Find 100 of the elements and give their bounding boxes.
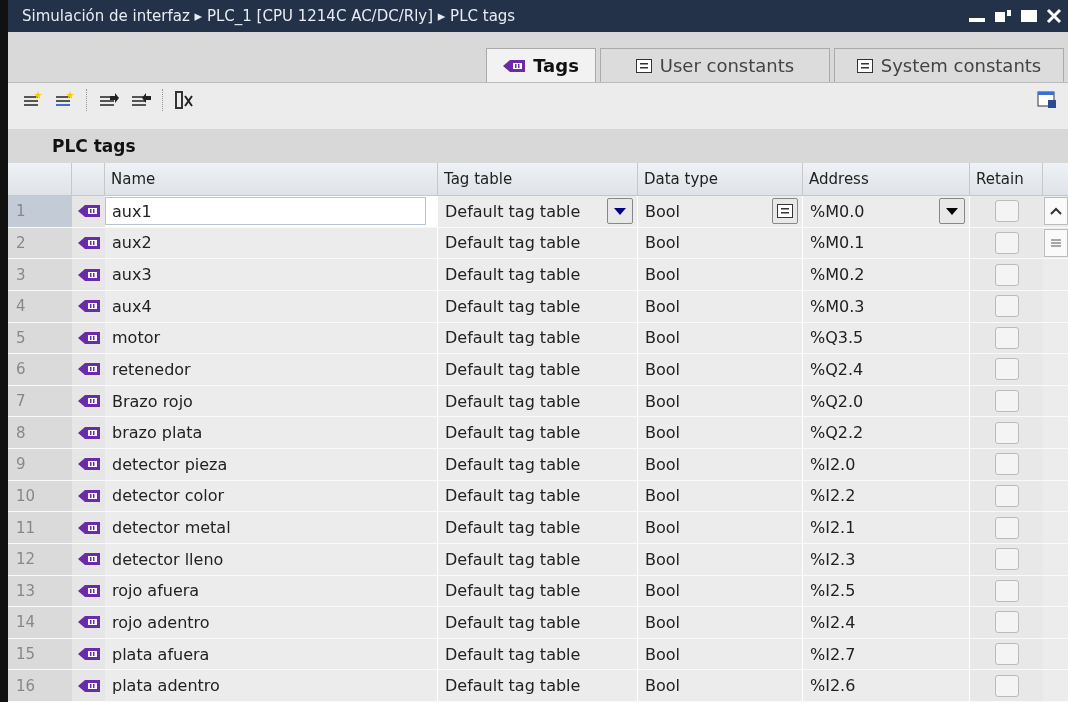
row-number[interactable]: 12 [8,543,72,575]
tag-icon [77,362,100,377]
table-cell: Default tag table [445,676,581,696]
table-cell: plata afuera [112,644,210,664]
tag-icon [77,425,100,440]
section-title: PLC tags [52,136,136,156]
table-cell: Bool [645,612,680,632]
list-icon [635,58,652,73]
list-button[interactable] [772,198,798,225]
retain-checkbox[interactable] [994,263,1019,286]
column-header[interactable]: Tag table [438,163,638,195]
table-cell: Default tag table [445,581,581,601]
column-header[interactable]: Name [105,163,438,195]
row-number[interactable]: 3 [8,259,72,290]
list-icon [777,204,793,219]
row-number[interactable]: 2 [8,227,72,259]
table-cell: Default tag table [445,644,581,664]
tag-icon [77,299,100,314]
tab[interactable]: User constants [600,48,830,82]
retain-checkbox[interactable] [994,548,1019,571]
tag-icon [77,520,100,535]
window-title: Simulación de interfaz ▸ PLC_1 [CPU 1214C AC/DC/Rly] ▸ PLC tags [22,7,516,25]
row-number[interactable]: 5 [8,322,72,354]
table-cell: detector lleno [112,549,224,569]
column-header[interactable]: Address [803,163,970,195]
table-cell: Bool [645,233,680,253]
row-number[interactable]: 16 [8,670,72,701]
tab[interactable]: System constants [834,48,1064,82]
table-cell: Bool [645,423,680,443]
column-header[interactable]: Data type [638,163,803,195]
tag-icon [503,58,526,73]
table-cell: Bool [645,644,680,664]
row-number[interactable]: 9 [8,449,72,480]
delete-column-icon[interactable] [174,90,194,110]
settings-panel-icon[interactable] [1036,90,1058,110]
row-number[interactable]: 4 [8,290,72,322]
row-number[interactable]: 7 [8,385,72,417]
tag-icon [77,204,100,219]
table-cell: Bool [645,486,680,506]
tab[interactable]: Tags [486,48,596,82]
tag-icon [77,330,100,345]
retain-checkbox[interactable] [994,484,1019,507]
tag-icon [77,615,100,630]
tag-icon [77,457,100,472]
row-number[interactable]: 10 [8,480,72,512]
table-cell: %I2.5 [810,581,856,601]
table-cell: %I2.1 [810,518,856,538]
tag-icon [77,552,100,567]
table-cell: %I2.3 [810,549,856,569]
caret-icon [946,207,958,215]
retain-checkbox[interactable] [994,421,1019,444]
row-number[interactable]: 13 [8,575,72,607]
tag-icon [77,394,100,409]
retain-checkbox[interactable] [994,516,1019,539]
name-field[interactable]: aux1 [105,197,426,226]
retain-checkbox[interactable] [994,579,1019,602]
table-cell: Default tag table [445,423,581,443]
maximize-icon[interactable] [1020,9,1038,23]
row-number[interactable]: 11 [8,512,72,543]
scroll-up-button[interactable] [1043,197,1068,226]
table-cell: aux4 [112,296,152,316]
table-cell: %I2.0 [810,454,856,474]
table-cell: rojo adentro [112,612,210,632]
dropdown-button[interactable] [607,198,633,225]
retain-checkbox[interactable] [994,674,1019,697]
dropdown-button[interactable] [939,198,965,225]
column-header[interactable]: Retain [970,163,1043,195]
table-cell: aux2 [112,233,152,253]
retain-checkbox[interactable] [994,326,1019,349]
retain-checkbox[interactable] [994,295,1019,318]
retain-checkbox[interactable] [994,231,1019,254]
scroll-thumb[interactable] [1043,228,1068,257]
table-cell: Bool [645,676,680,696]
table-cell: Bool [645,265,680,285]
retain-checkbox[interactable] [994,200,1019,223]
row-number[interactable]: 14 [8,607,72,638]
table-cell: motor [112,328,160,348]
table-cell: Brazo rojo [112,391,193,411]
close-icon[interactable] [1046,8,1062,24]
table-cell: aux3 [112,265,152,285]
retain-checkbox[interactable] [994,390,1019,413]
retain-checkbox[interactable] [994,453,1019,476]
table-cell: Bool [645,201,680,221]
table-cell: retenedor [112,359,191,379]
table-cell: rojo afuera [112,581,200,601]
retain-checkbox[interactable] [994,358,1019,381]
tag-icon [77,647,100,662]
table-cell: %Q2.0 [810,391,864,411]
float-icon[interactable] [994,9,1012,23]
table-cell: Default tag table [445,612,581,632]
row-number[interactable]: 8 [8,417,72,448]
retain-checkbox[interactable] [994,611,1019,634]
retain-checkbox[interactable] [994,643,1019,666]
row-number[interactable]: 1 [8,196,72,227]
row-number[interactable]: 15 [8,638,72,670]
table-cell: %M0.3 [810,296,865,316]
table-cell: Default tag table [445,359,581,379]
table-cell: detector metal [112,518,231,538]
row-number[interactable]: 6 [8,354,72,385]
table-cell: Default tag table [445,454,581,474]
